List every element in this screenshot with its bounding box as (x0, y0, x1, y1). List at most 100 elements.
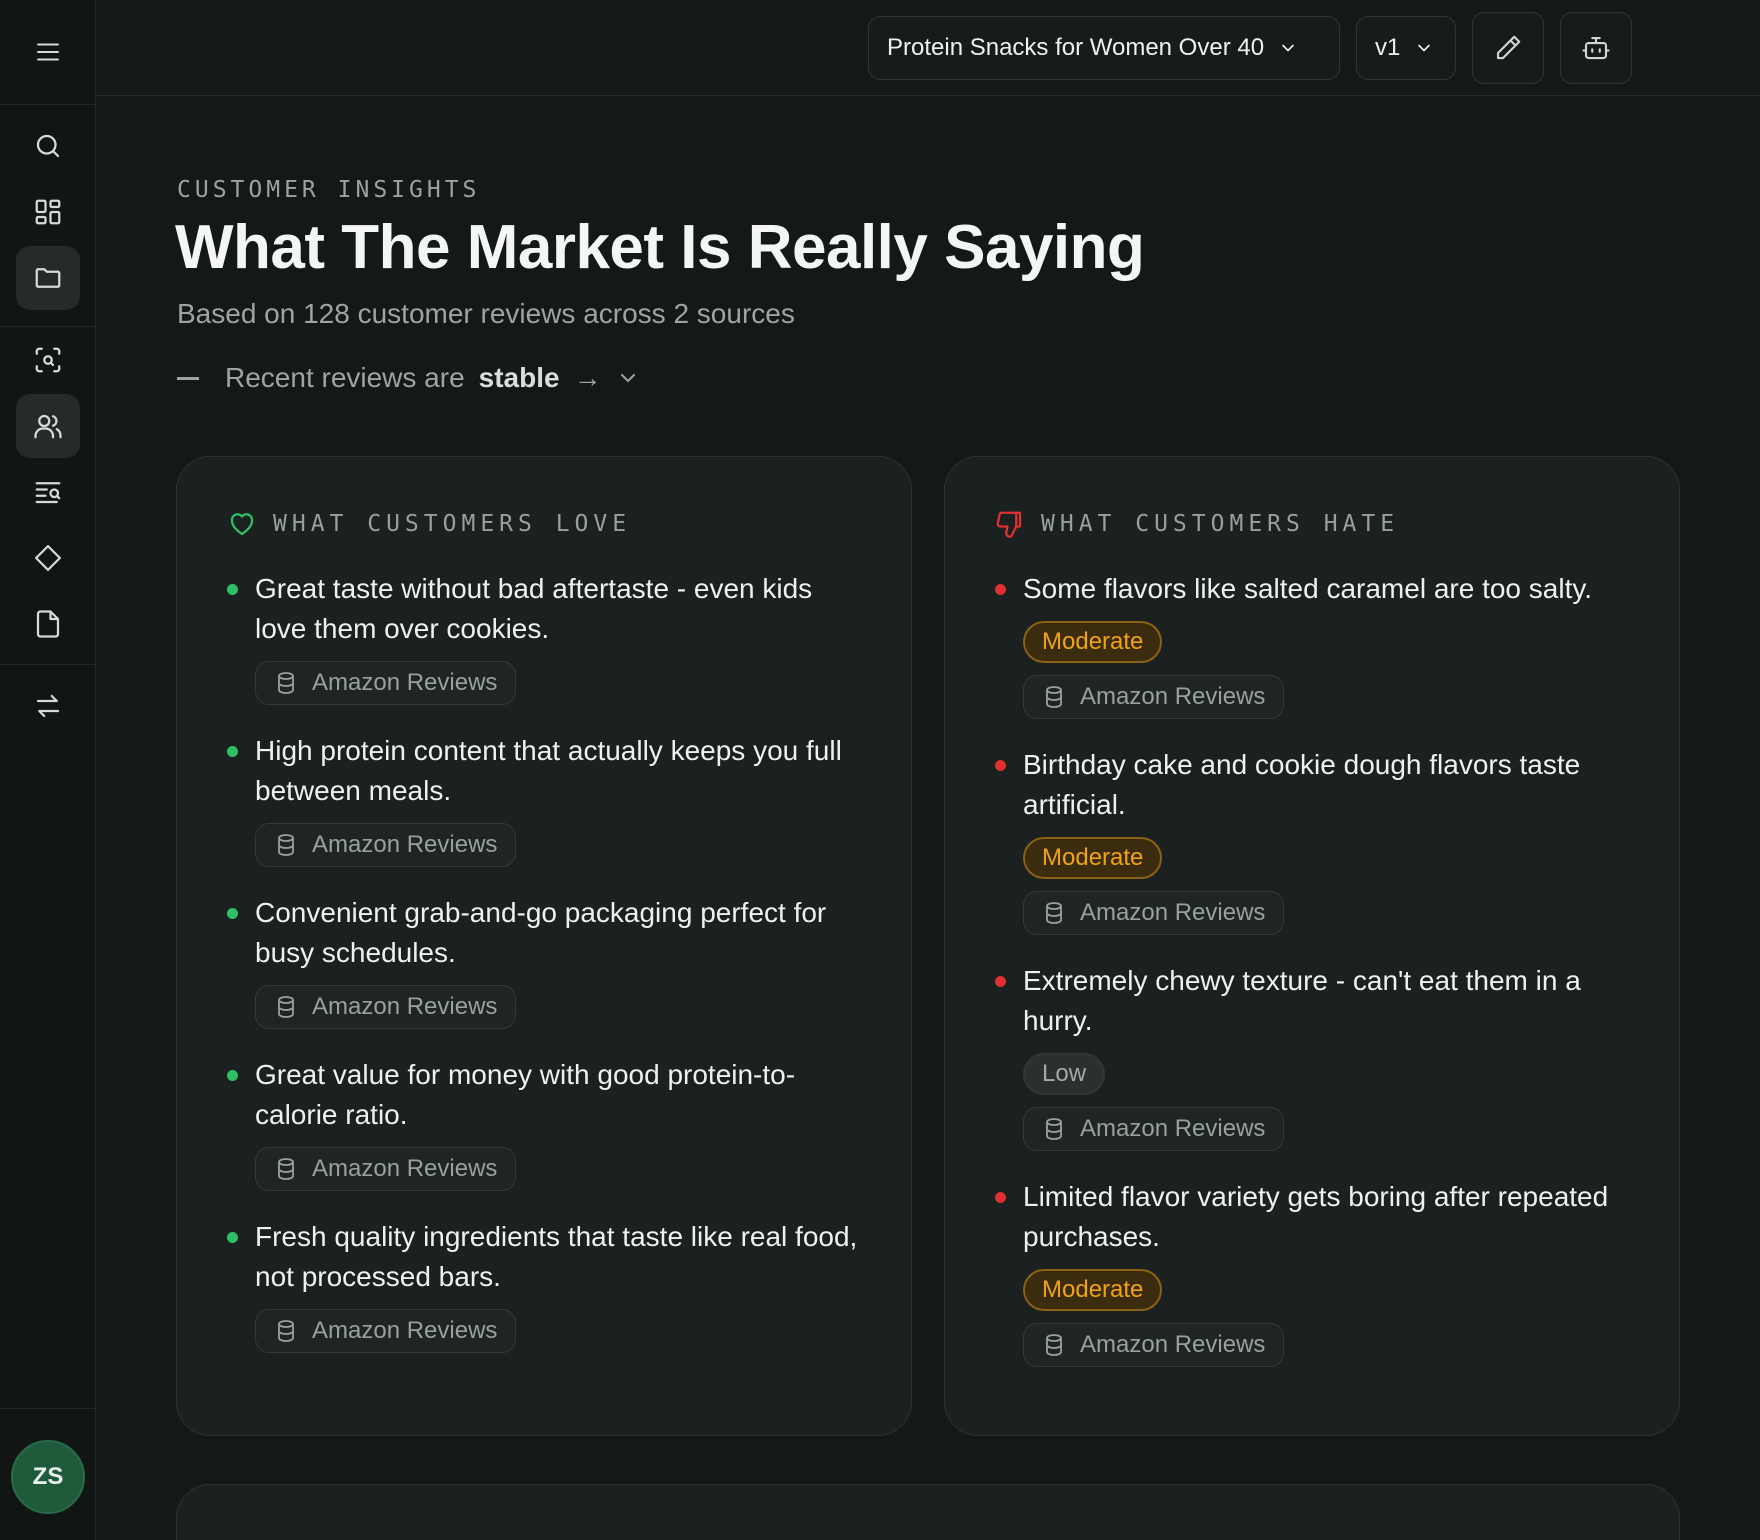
insight-text: Great value for money with good protein-… (255, 1059, 796, 1130)
database-icon (1042, 901, 1066, 925)
scan-search-icon[interactable] (16, 328, 80, 392)
severity-badge: Moderate (1023, 621, 1163, 663)
bullet-dot (995, 976, 1006, 987)
source-chip[interactable]: Amazon Reviews (255, 661, 517, 705)
bullet-dot (227, 1232, 238, 1243)
search-icon[interactable] (16, 114, 80, 178)
insight-item: High protein content that actually keeps… (227, 731, 871, 867)
trend-arrow: → (573, 362, 602, 393)
database-icon (274, 671, 298, 695)
source-label: Amazon Reviews (312, 993, 498, 1020)
chevron-down-icon (1282, 44, 1294, 52)
love-card: WHAT CUSTOMERS LOVE Great taste without … (176, 456, 912, 1436)
source-chip[interactable]: Amazon Reviews (255, 1309, 517, 1353)
insight-text: Fresh quality ingredients that taste lik… (255, 1221, 858, 1292)
page-title: What The Market Is Really Saying (175, 213, 1145, 282)
folder-icon[interactable] (16, 246, 80, 310)
source-label: Amazon Reviews (312, 669, 498, 696)
topbar: Protein Snacks for Women Over 40 v1 (96, 0, 1760, 96)
insight-item: Fresh quality ingredients that taste lik… (227, 1217, 871, 1353)
source-chip[interactable]: Amazon Reviews (1023, 1323, 1285, 1367)
database-icon (1042, 685, 1066, 709)
avatar[interactable]: ZS (11, 1440, 85, 1514)
database-icon (1042, 1333, 1066, 1357)
source-label: Amazon Reviews (312, 831, 498, 858)
diamond-icon[interactable] (16, 526, 80, 590)
source-label: Amazon Reviews (1080, 899, 1266, 926)
database-icon (1042, 1117, 1066, 1141)
insight-item: Convenient grab-and-go packaging perfect… (227, 893, 871, 1029)
project-select[interactable]: Protein Snacks for Women Over 40 (868, 16, 1340, 80)
version-select[interactable]: v1 (1356, 16, 1456, 80)
chevron-down-icon (620, 374, 635, 383)
dashboard-icon[interactable] (16, 180, 80, 244)
trend-toggle[interactable]: Recent reviews are stable → (177, 362, 640, 394)
insight-text: Great taste without bad aftertaste - eve… (255, 573, 813, 644)
bullet-dot (995, 760, 1006, 771)
chevron-down-icon (1418, 44, 1431, 52)
menu-icon[interactable] (16, 20, 80, 84)
insight-text: Extremely chewy texture - can't eat them… (1023, 965, 1581, 1036)
source-label: Amazon Reviews (1080, 1115, 1266, 1142)
database-icon (274, 1319, 298, 1343)
section-eyebrow: CUSTOMER INSIGHTS (177, 177, 481, 203)
trend-prefix: Recent reviews are (225, 362, 465, 393)
sidebar: ZS (0, 0, 96, 1540)
love-card-header: WHAT CUSTOMERS LOVE (227, 509, 631, 539)
insight-text: High protein content that actually keeps… (255, 735, 842, 806)
trend-value: stable (478, 362, 560, 393)
file-icon[interactable] (16, 592, 80, 656)
thumbs-down-icon (996, 511, 1022, 538)
database-icon (274, 833, 298, 857)
source-chip[interactable]: Amazon Reviews (255, 1147, 517, 1191)
source-chip[interactable]: Amazon Reviews (255, 985, 517, 1029)
source-label: Amazon Reviews (312, 1155, 498, 1182)
page-subtitle: Based on 128 customer reviews across 2 s… (177, 298, 795, 329)
insight-text: Limited flavor variety gets boring after… (1023, 1181, 1609, 1252)
love-card-title: WHAT CUSTOMERS LOVE (273, 511, 632, 537)
text-search-icon[interactable] (16, 460, 80, 524)
insight-item: Great taste without bad aftertaste - eve… (227, 569, 871, 705)
source-chip[interactable]: Amazon Reviews (1023, 891, 1285, 935)
insight-item: Extremely chewy texture - can't eat them… (995, 961, 1639, 1151)
hate-card-title: WHAT CUSTOMERS HATE (1041, 511, 1400, 537)
hate-card-header: WHAT CUSTOMERS HATE (995, 509, 1399, 539)
assistant-button[interactable] (1560, 12, 1632, 84)
trend-flat-icon (177, 376, 199, 380)
bullet-dot (227, 746, 238, 757)
bullet-dot (995, 584, 1006, 595)
bullet-dot (227, 1070, 238, 1081)
source-label: Amazon Reviews (1080, 1331, 1266, 1358)
users-icon[interactable] (16, 394, 80, 458)
pencil-icon (1496, 35, 1521, 60)
database-icon (274, 995, 298, 1019)
version-select-label: v1 (1375, 34, 1401, 61)
bullet-dot (227, 908, 238, 919)
insight-item: Some flavors like salted caramel are too… (995, 569, 1639, 719)
edit-button[interactable] (1472, 12, 1544, 84)
insight-item: Limited flavor variety gets boring after… (995, 1177, 1639, 1367)
hate-list: Some flavors like salted caramel are too… (995, 569, 1639, 1393)
insight-text: Birthday cake and cookie dough flavors t… (1023, 749, 1581, 820)
next-section-card (176, 1484, 1680, 1540)
insight-item: Great value for money with good protein-… (227, 1055, 871, 1191)
insight-text: Some flavors like salted caramel are too… (1023, 573, 1593, 604)
source-chip[interactable]: Amazon Reviews (1023, 1107, 1285, 1151)
source-chip[interactable]: Amazon Reviews (1023, 675, 1285, 719)
severity-badge: Low (1023, 1053, 1106, 1095)
database-icon (274, 1157, 298, 1181)
source-label: Amazon Reviews (312, 1317, 498, 1344)
severity-badge: Moderate (1023, 837, 1163, 879)
project-select-label: Protein Snacks for Women Over 40 (887, 34, 1265, 61)
source-chip[interactable]: Amazon Reviews (255, 823, 517, 867)
swap-icon[interactable] (16, 674, 80, 738)
bullet-dot (995, 1192, 1006, 1203)
insight-text: Convenient grab-and-go packaging perfect… (255, 897, 827, 968)
bot-icon (1582, 36, 1610, 60)
source-label: Amazon Reviews (1080, 683, 1266, 710)
bullet-dot (227, 584, 238, 595)
love-list: Great taste without bad aftertaste - eve… (227, 569, 871, 1379)
severity-badge: Moderate (1023, 1269, 1163, 1311)
insight-item: Birthday cake and cookie dough flavors t… (995, 745, 1639, 935)
heart-icon (230, 513, 254, 536)
